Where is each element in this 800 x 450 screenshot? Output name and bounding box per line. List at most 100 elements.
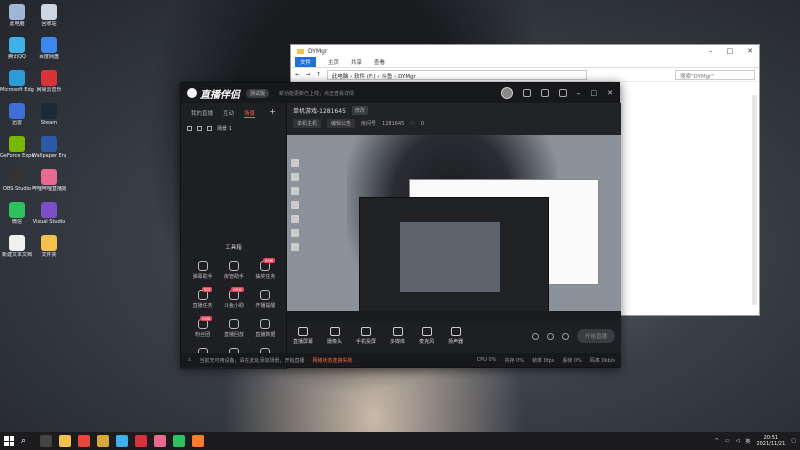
minimize-icon[interactable]: –	[577, 89, 581, 98]
taskbar-app-g-icon[interactable]	[97, 435, 109, 447]
minimize-icon[interactable]: –	[709, 47, 713, 55]
category-chip[interactable]: 单机主机	[293, 119, 322, 128]
add-scene-icon[interactable]: +	[269, 108, 276, 118]
desktop-icon[interactable]: 哔哩哔哩直播姬	[32, 169, 66, 192]
clock[interactable]: 20:51 2021/11/21	[756, 435, 785, 447]
taskbar-douyu-icon[interactable]	[192, 435, 204, 447]
forward-icon[interactable]: →	[306, 72, 311, 78]
layout-icon[interactable]	[546, 332, 554, 340]
volume-icon[interactable]: ◁	[736, 438, 740, 444]
breadcrumb-douyu[interactable]: 斗鱼	[381, 74, 392, 80]
breadcrumb-this-pc[interactable]: 此电脑	[332, 74, 349, 80]
desktop-icon[interactable]: 网易云音乐	[32, 70, 66, 93]
desktop-icon[interactable]: Steam	[32, 103, 66, 126]
taskbar-bilibili-icon[interactable]	[154, 435, 166, 447]
breadcrumb-drive[interactable]: 软件 (F:)	[354, 74, 376, 80]
taskbar-task-view-icon[interactable]	[40, 435, 52, 447]
toolbox-item[interactable]: new 粉丝团	[187, 316, 218, 338]
network-warning[interactable]: 网络状态连接失败	[313, 357, 353, 364]
control-phone[interactable]: 手机投屏	[356, 327, 376, 345]
toolbox-grid: 弹幕助手 房管助手 new 抽奖任务 hot 直播任务 new 斗鱼小助 开播提醒 new 粉丝团 直…	[187, 258, 281, 367]
desktop-icon-label: Visual Studio	[32, 219, 66, 225]
control-speaker[interactable]: 扬声器	[448, 327, 463, 345]
control-monitor[interactable]: 直播屏幕	[293, 327, 313, 345]
streaming-app-window[interactable]: 直播伴侣 测试版 新功能更新已上线，点击查看详情 – □ ✕ 我的直播 互动 场…	[180, 82, 621, 369]
taskbar-netease-music-icon[interactable]	[135, 435, 147, 447]
header-notice[interactable]: 新功能更新已上线，点击查看详情	[279, 90, 354, 97]
desktop-icon[interactable]: 新建文本文档	[0, 235, 34, 258]
desktop-icon[interactable]: 微信	[0, 202, 34, 225]
up-icon[interactable]: ↑	[316, 72, 321, 78]
record-icon[interactable]	[531, 332, 539, 340]
desktop-icon[interactable]: Visual Studio	[32, 202, 66, 225]
desktop-icon[interactable]: GeForce Experience	[0, 136, 34, 159]
edit-title-button[interactable]: 修改	[351, 106, 368, 115]
address-bar[interactable]: 此电脑 › 软件 (F:) › 斗鱼 › DYMgr	[326, 69, 587, 80]
explorer-search-input[interactable]: 搜索"DYMgr"	[675, 69, 755, 80]
desktop-icon[interactable]: 百度网盘	[32, 37, 66, 60]
back-icon[interactable]: ←	[295, 72, 300, 78]
desktop-icon-label: 微信	[11, 219, 22, 225]
desktop-icon[interactable]: 此电脑	[0, 4, 34, 27]
desktop-icon[interactable]: Wallpaper Engine	[32, 136, 66, 159]
start-live-button[interactable]: 开始直播	[576, 329, 615, 343]
close-icon[interactable]: ✕	[747, 47, 753, 55]
ribbon-tab-file[interactable]: 文件	[295, 57, 317, 67]
toolbox-item[interactable]: 直播回放	[218, 319, 249, 338]
network-icon[interactable]: ▭	[725, 438, 730, 444]
control-media[interactable]: 多媒体	[390, 327, 405, 345]
close-icon[interactable]: ✕	[607, 89, 613, 97]
control-mic[interactable]: 麦克风	[419, 327, 434, 345]
tab-my-live[interactable]: 我的直播	[191, 109, 213, 118]
taskbar-qq-icon[interactable]	[116, 435, 128, 447]
desktop-icon[interactable]: 迅雷	[0, 103, 34, 126]
tool-badge: new	[200, 316, 213, 321]
scene-item[interactable]: 场景 1	[181, 121, 286, 136]
desktop-icon[interactable]: 回收站	[32, 4, 66, 27]
eye-icon[interactable]	[187, 126, 192, 131]
taskbar-search-icon[interactable]: ⌕	[21, 435, 33, 447]
toolbox-item[interactable]: 房管助手	[218, 261, 249, 280]
message-icon[interactable]	[558, 89, 567, 97]
toolbox-item[interactable]: 弹幕助手	[187, 261, 218, 280]
desktop-icon[interactable]: Microsoft Edge	[0, 70, 34, 93]
tool-label: 粉丝团	[195, 332, 211, 338]
breadcrumb-dymgr[interactable]: DYMgr	[398, 74, 416, 80]
ribbon-tab-share[interactable]: 共享	[351, 58, 362, 66]
tool-label: 直播回放	[223, 332, 244, 338]
settings-icon[interactable]	[561, 332, 569, 340]
desktop-icon[interactable]: 腾讯QQ	[0, 37, 34, 60]
tab-interact[interactable]: 互动	[223, 109, 234, 118]
lock-icon[interactable]	[197, 126, 202, 131]
taskbar-chrome-icon[interactable]	[78, 435, 90, 447]
maximize-icon[interactable]: □	[591, 89, 598, 97]
windows-start-icon[interactable]	[4, 436, 14, 446]
live-preview[interactable]	[287, 135, 621, 321]
skin-icon[interactable]	[540, 89, 549, 97]
ribbon-tab-home[interactable]: 主页	[328, 58, 339, 66]
control-camera[interactable]: 摄像头	[327, 327, 342, 345]
notification-icon[interactable]: ▢	[791, 438, 796, 444]
ribbon-tab-view[interactable]: 查看	[374, 58, 385, 66]
desktop-icon[interactable]: OBS Studio	[0, 169, 34, 192]
desktop-icon-label: Microsoft Edge	[0, 87, 34, 93]
toolbox-item[interactable]: new 斗鱼小助	[218, 287, 249, 309]
desktop-icon[interactable]: 文件夹	[32, 235, 66, 258]
toolbox-item[interactable]: 开播提醒	[250, 290, 281, 309]
edit-notice-button[interactable]: 编辑公告	[327, 119, 356, 128]
warning-icon: ⚠	[187, 357, 192, 363]
gift-icon[interactable]	[522, 89, 531, 97]
toolbox-item[interactable]: new 抽奖任务	[250, 258, 281, 280]
toolbox-item[interactable]: hot 直播任务	[187, 287, 218, 309]
source-controls: 直播屏幕 摄像头 手机投屏 多媒体 麦克风 扬声器 开始直播	[287, 321, 621, 351]
explorer-title-bar[interactable]: DYMgr – □ ✕	[291, 45, 759, 57]
avatar[interactable]	[500, 87, 513, 99]
tab-scene[interactable]: 场景	[244, 109, 256, 118]
maximize-icon[interactable]: □	[727, 47, 734, 55]
taskbar-file-explorer-icon[interactable]	[59, 435, 71, 447]
explorer-scrollbar[interactable]	[752, 95, 757, 305]
chevron-up-icon[interactable]: ^	[715, 438, 719, 444]
toolbox-item[interactable]: 直播数据	[250, 319, 281, 338]
taskbar-wechat-icon[interactable]	[173, 435, 185, 447]
ime-icon[interactable]: 英	[745, 438, 750, 445]
